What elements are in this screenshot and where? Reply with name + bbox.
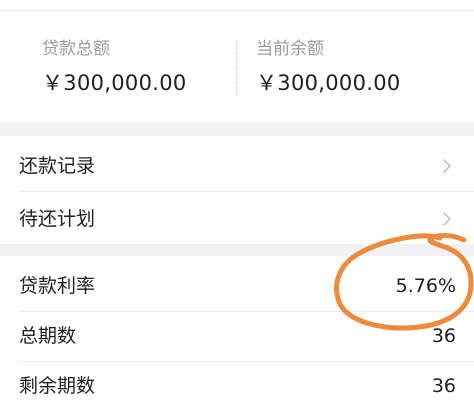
current-balance-amount: ￥300,000.00 xyxy=(256,71,401,95)
section-gap xyxy=(0,244,474,256)
loan-details-card: 贷款利率 5.76% 总期数 36 剩余期数 36 xyxy=(0,256,474,412)
interest-rate-row: 贷款利率 5.76% xyxy=(0,260,474,312)
pending-plan-label: 待还计划 xyxy=(19,208,96,230)
interest-rate-value: 5.76% xyxy=(395,275,456,297)
chevron-right-icon xyxy=(443,159,451,173)
total-loan-block: 贷款总额 ￥300,000.00 xyxy=(42,38,187,97)
total-periods-value: 36 xyxy=(431,325,456,347)
chevron-right-icon xyxy=(443,212,451,226)
total-periods-label: 总期数 xyxy=(19,325,77,347)
total-periods-row: 总期数 36 xyxy=(0,310,474,362)
navigation-menu-card: 还款记录 待还计划 xyxy=(0,136,474,244)
remaining-periods-value: 36 xyxy=(431,375,456,397)
repayment-record-label: 还款记录 xyxy=(19,155,96,177)
loan-summary-card: 贷款总额 ￥300,000.00 当前余额 ￥300,000.00 xyxy=(0,0,474,122)
remaining-periods-label: 剩余期数 xyxy=(19,375,96,397)
loan-detail-page: 贷款总额 ￥300,000.00 当前余额 ￥300,000.00 还款记录 待… xyxy=(0,0,474,412)
current-balance-label: 当前余额 xyxy=(256,39,324,59)
summary-top-divider xyxy=(0,10,474,11)
pending-plan-row[interactable]: 待还计划 xyxy=(0,193,474,245)
repayment-record-row[interactable]: 还款记录 xyxy=(0,140,474,192)
section-gap xyxy=(0,122,474,136)
current-balance-block: 当前余额 ￥300,000.00 xyxy=(256,38,401,97)
total-loan-amount: ￥300,000.00 xyxy=(42,71,187,95)
interest-rate-label: 贷款利率 xyxy=(19,275,96,297)
total-loan-label: 贷款总额 xyxy=(42,39,110,59)
summary-column-divider xyxy=(236,42,237,94)
remaining-periods-row: 剩余期数 36 xyxy=(0,360,474,412)
row-divider xyxy=(19,191,474,192)
